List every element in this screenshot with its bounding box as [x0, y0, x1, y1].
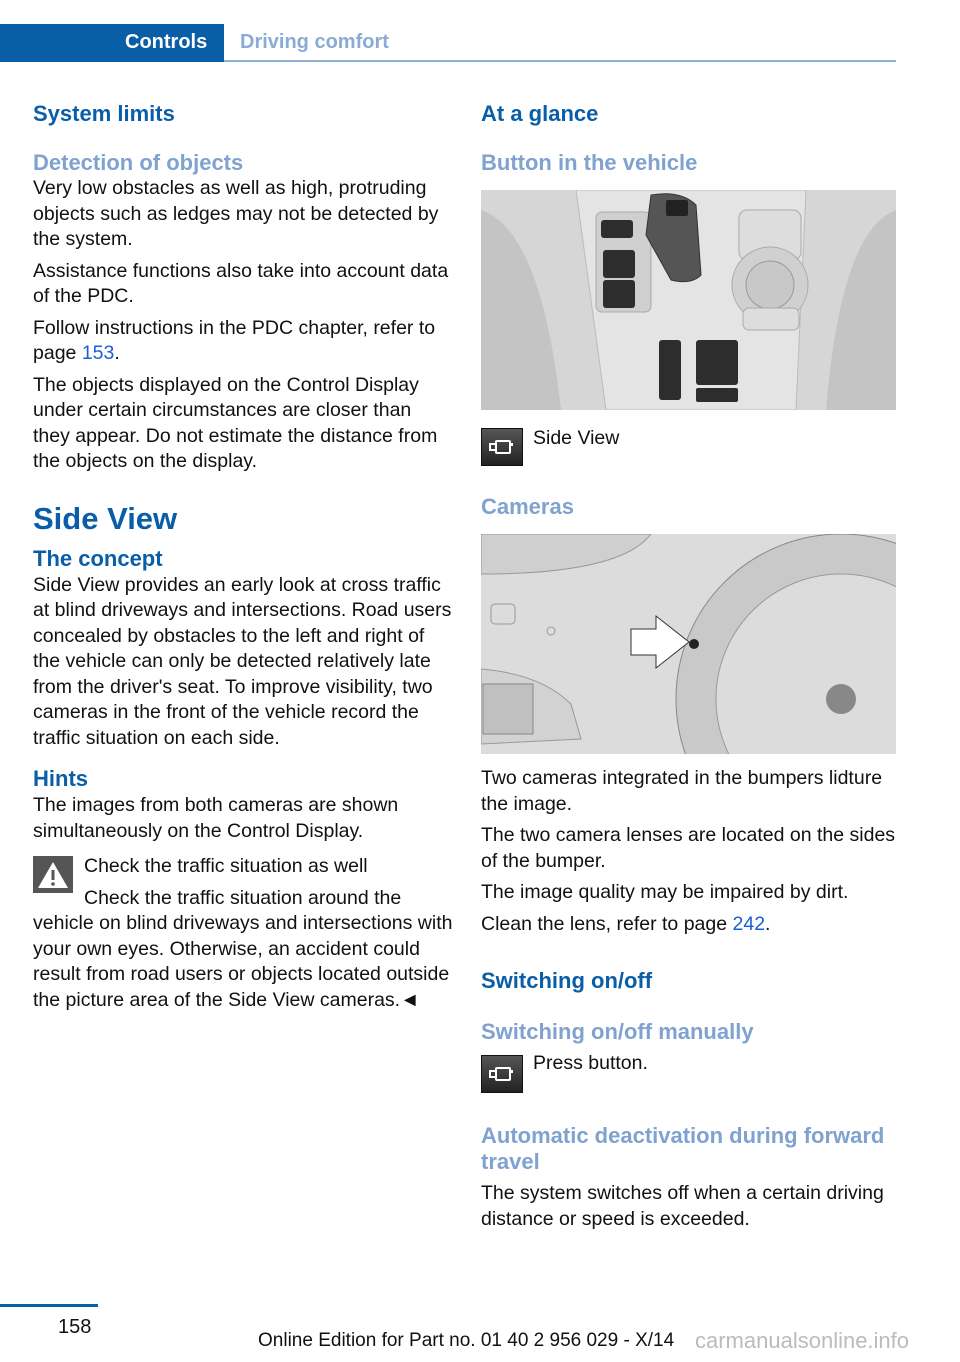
hints-paragraph: The images from both cameras are shown s…: [33, 794, 399, 842]
side-view-title: Side View: [33, 500, 178, 536]
at-a-glance-heading: At a glance: [481, 101, 599, 126]
switching-heading: Switching on/off: [481, 968, 653, 993]
center-console-image: [481, 190, 896, 410]
hints-heading: Hints: [33, 766, 88, 791]
detection-paragraph-2: Assistance functions also take into acco…: [33, 259, 449, 308]
cameras-paragraph-2: The two camera lenses are located on the…: [481, 824, 896, 872]
side-view-button-label: Side View: [533, 427, 620, 449]
press-button-text: Press button.: [533, 1052, 648, 1074]
button-in-vehicle-heading: Button in the vehicle: [481, 150, 698, 175]
warning-block: Check the traffic situation as well Chec…: [33, 854, 453, 1013]
auto-deactivation-paragraph: The system switches off when a certain d…: [481, 1182, 884, 1230]
page-number: 158: [58, 1316, 92, 1338]
concept-paragraph: Side View provides an early look at cros…: [33, 573, 452, 749]
side-view-button-row: Side View: [481, 427, 897, 466]
warning-text: Check the traffic situation around the v…: [33, 886, 453, 1011]
cameras-heading: Cameras: [481, 494, 574, 519]
warning-icon: [33, 856, 73, 893]
cameras-p4-text: Clean the lens, refer to page: [481, 912, 733, 935]
header-tab-driving-comfort[interactable]: Driving comfort: [240, 31, 389, 54]
detection-paragraph-1: Very low obstacles as well as high, prot…: [33, 177, 439, 250]
side-view-camera-icon: [481, 428, 523, 466]
camera-location-image: [481, 534, 896, 754]
header-rule: [224, 60, 896, 62]
detection-paragraph-3: Follow instructions in the PDC chapter, …: [33, 316, 453, 367]
cameras-paragraph-4: Clean the lens, refer to page 242.: [481, 912, 897, 938]
cameras-paragraph-3: The image quality may be impaired by dir…: [481, 881, 849, 903]
header-tab-controls[interactable]: Controls: [125, 31, 207, 54]
cameras-paragraph-1: Two cameras integrated in the bumpers li…: [481, 767, 883, 815]
cameras-p4-end: .: [765, 912, 771, 935]
watermark: carmanualsonline.info: [695, 1328, 910, 1353]
warning-title: Check the traffic situation as well: [84, 855, 368, 877]
side-view-camera-icon: [481, 1055, 523, 1093]
auto-deactivation-heading: Automatic deactivation during forward tr…: [481, 1123, 885, 1174]
right-column: At a glance Button in the vehicle Side V…: [481, 100, 897, 1232]
left-column: System limits Detection of objects Very …: [33, 100, 453, 1013]
detection-heading: Detection of objects: [33, 150, 244, 175]
page-link-153[interactable]: 153: [82, 342, 115, 364]
detection-paragraph-4: The objects displayed on the Control Dis…: [33, 373, 438, 473]
press-button-row: Press button.: [481, 1052, 897, 1093]
edition-text: Online Edition for Part no. 01 40 2 956 …: [258, 1330, 675, 1351]
system-limits-heading: System limits: [33, 101, 175, 126]
page-link-242[interactable]: 242: [733, 913, 766, 935]
concept-heading: The concept: [33, 545, 163, 571]
detection-p3-end: .: [114, 342, 120, 364]
footer-rule: [0, 1304, 98, 1307]
manual-heading: Switching on/off manually: [481, 1019, 754, 1044]
